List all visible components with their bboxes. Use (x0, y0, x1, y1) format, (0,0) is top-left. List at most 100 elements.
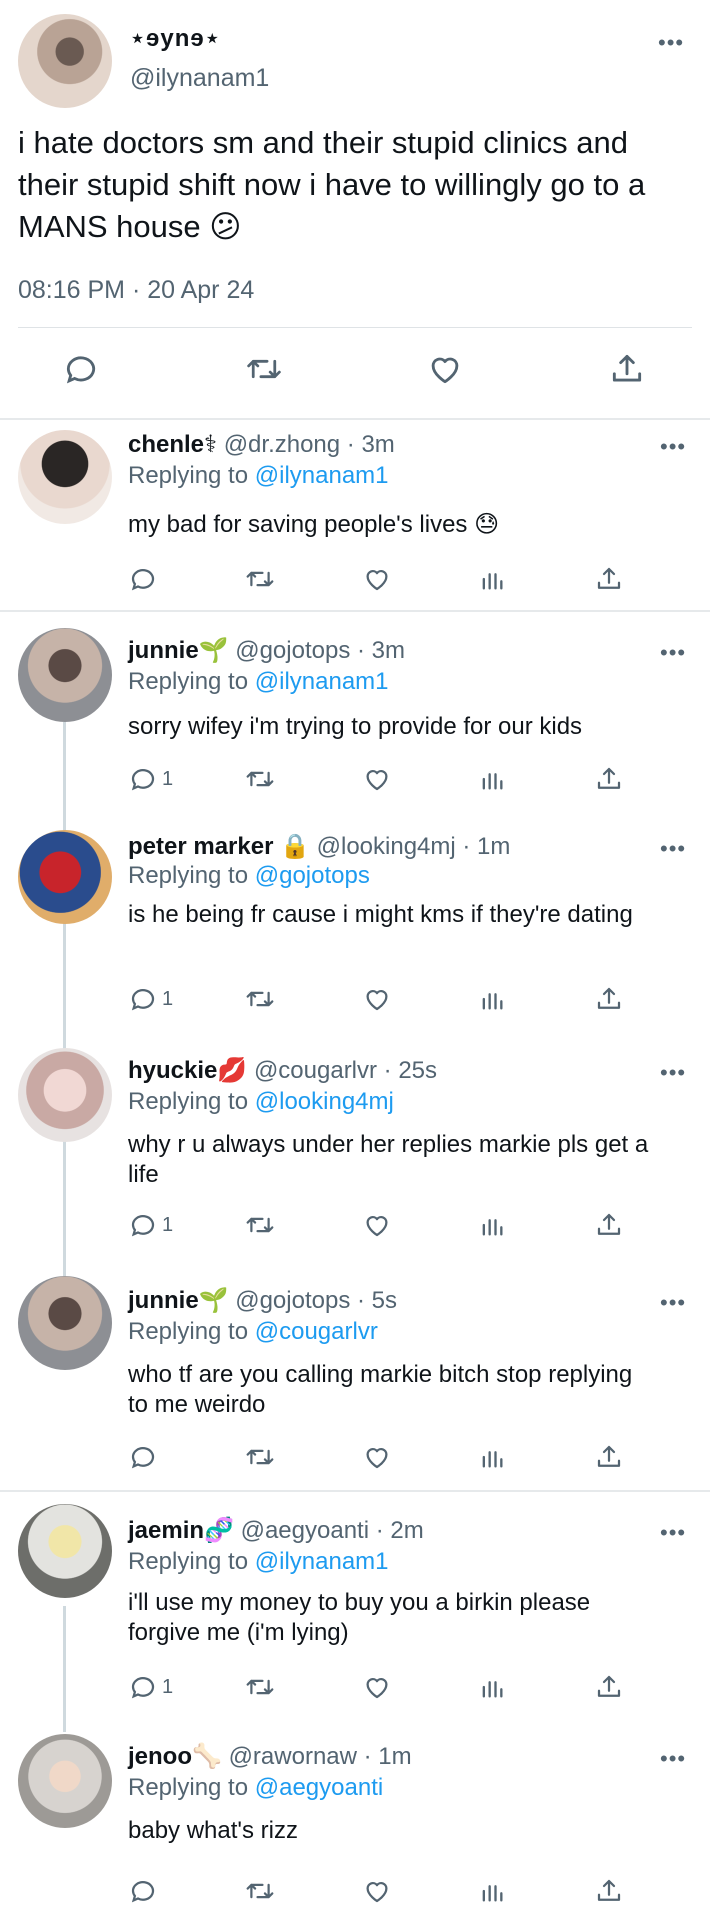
retweet-button[interactable] (244, 1442, 276, 1472)
display-name[interactable]: peter marker 🔒 (128, 833, 310, 860)
handle-and-time[interactable]: @rawornaw · 1m (229, 1743, 412, 1770)
handle-and-time[interactable]: @dr.zhong · 3m (224, 431, 395, 458)
like-button[interactable] (426, 350, 464, 388)
handle-and-time[interactable]: @gojotops · 3m (235, 637, 405, 664)
retweet-button[interactable] (244, 984, 276, 1014)
avatar[interactable] (18, 830, 112, 924)
reply-header: jaemin🧬 @aegyoanti · 2m (128, 1516, 424, 1545)
main-tweet: ⋆ɘynɘ⋆ @ilynanam1 ••• i hate doctors sm … (0, 0, 710, 418)
handle-and-time[interactable]: @looking4mj · 1m (317, 833, 511, 860)
share-button[interactable] (594, 984, 624, 1014)
reply-tweet[interactable]: chenle⚕ @dr.zhong · 3m ••• Replying to @… (0, 420, 710, 610)
like-button[interactable] (362, 984, 392, 1014)
analytics-button[interactable] (478, 764, 506, 794)
retweet-button[interactable] (244, 1210, 276, 1240)
replying-label: Replying to (128, 462, 249, 489)
share-button[interactable] (594, 1672, 624, 1702)
share-button[interactable] (594, 1210, 624, 1240)
like-button[interactable] (362, 1210, 392, 1240)
reply-tweet[interactable]: peter marker 🔒 @looking4mj · 1m ••• Repl… (0, 816, 710, 1038)
reply-tweet[interactable]: hyuckie💋 @cougarlvr · 25s ••• Replying t… (0, 1038, 710, 1266)
handle[interactable]: @ilynanam1 (130, 64, 269, 93)
display-name[interactable]: jenoo🦴 (128, 1743, 222, 1770)
share-button[interactable] (608, 350, 646, 388)
display-name[interactable]: hyuckie💋 (128, 1057, 247, 1084)
analytics-button[interactable] (478, 1876, 506, 1906)
tweet-timestamp[interactable]: 08:16 PM · 20 Apr 24 (18, 276, 254, 305)
replying-to-link[interactable]: @ilynanam1 (255, 1548, 389, 1575)
avatar[interactable] (18, 1276, 112, 1370)
retweet-button[interactable] (244, 764, 276, 794)
reply-tweet[interactable]: junnie🌱 @gojotops · 5s ••• Replying to @… (0, 1266, 710, 1490)
like-button[interactable] (362, 1876, 392, 1906)
display-name[interactable]: ⋆ɘynɘ⋆ (130, 24, 221, 53)
reply-button[interactable] (128, 1876, 162, 1906)
more-options-icon[interactable]: ••• (660, 436, 686, 458)
more-options-icon[interactable]: ••• (658, 32, 684, 54)
avatar[interactable] (18, 1734, 112, 1828)
display-name[interactable]: junnie🌱 (128, 1287, 229, 1314)
retweet-button[interactable] (244, 1672, 276, 1702)
like-button[interactable] (362, 1442, 392, 1472)
display-name[interactable]: chenle⚕ (128, 431, 217, 458)
reply-icon (128, 1672, 158, 1702)
reply-actions (0, 1442, 710, 1474)
avatar[interactable] (18, 1504, 112, 1598)
share-icon (594, 984, 624, 1014)
share-button[interactable] (594, 564, 624, 594)
analytics-button[interactable] (478, 1672, 506, 1702)
analytics-button[interactable] (478, 564, 506, 594)
like-button[interactable] (362, 1672, 392, 1702)
share-icon (594, 764, 624, 794)
display-name[interactable]: jaemin🧬 (128, 1517, 234, 1544)
handle-and-time[interactable]: @aegyoanti · 2m (241, 1517, 424, 1544)
replying-to-link[interactable]: @gojotops (255, 862, 370, 889)
avatar[interactable] (18, 1048, 112, 1142)
avatar[interactable] (18, 14, 112, 108)
reply-tweet[interactable]: jenoo🦴 @rawornaw · 1m ••• Replying to @a… (0, 1718, 710, 1920)
analytics-icon (478, 984, 506, 1014)
reply-text: i'll use my money to buy you a birkin pl… (128, 1589, 591, 1646)
reply-button[interactable]: 1 (128, 1672, 173, 1702)
reply-actions (0, 564, 710, 596)
replying-to-link[interactable]: @ilynanam1 (255, 462, 389, 489)
avatar[interactable] (18, 430, 112, 524)
reply-button[interactable]: 1 (128, 1210, 173, 1240)
retweet-button[interactable] (244, 564, 276, 594)
display-name[interactable]: junnie🌱 (128, 637, 229, 664)
replying-to-link[interactable]: @aegyoanti (255, 1774, 383, 1801)
retweet-button[interactable] (244, 1876, 276, 1906)
share-button[interactable] (594, 764, 624, 794)
tweet-actions (0, 350, 710, 394)
more-options-icon[interactable]: ••• (660, 838, 686, 860)
replying-to-link[interactable]: @looking4mj (255, 1088, 394, 1115)
more-options-icon[interactable]: ••• (660, 1062, 686, 1084)
analytics-button[interactable] (478, 1442, 506, 1472)
more-options-icon[interactable]: ••• (660, 1522, 686, 1544)
analytics-icon (478, 1210, 506, 1240)
more-options-icon[interactable]: ••• (660, 1292, 686, 1314)
reply-button[interactable] (128, 1442, 162, 1472)
handle-and-time[interactable]: @cougarlvr · 25s (254, 1057, 437, 1084)
share-button[interactable] (594, 1876, 624, 1906)
reply-tweet[interactable]: junnie🌱 @gojotops · 3m ••• Replying to @… (0, 612, 710, 816)
replying-to-link[interactable]: @cougarlvr (255, 1318, 378, 1345)
avatar[interactable] (18, 628, 112, 722)
like-button[interactable] (362, 564, 392, 594)
like-icon (362, 1210, 392, 1240)
reply-tweet[interactable]: jaemin🧬 @aegyoanti · 2m ••• Replying to … (0, 1492, 710, 1718)
more-options-icon[interactable]: ••• (660, 642, 686, 664)
like-button[interactable] (362, 764, 392, 794)
reply-button[interactable] (128, 564, 162, 594)
retweet-button[interactable] (244, 350, 284, 388)
reply-button[interactable] (62, 350, 100, 388)
share-icon (594, 1876, 624, 1906)
reply-button[interactable]: 1 (128, 984, 173, 1014)
analytics-button[interactable] (478, 1210, 506, 1240)
more-options-icon[interactable]: ••• (660, 1748, 686, 1770)
analytics-button[interactable] (478, 984, 506, 1014)
replying-to-link[interactable]: @ilynanam1 (255, 668, 389, 695)
handle-and-time[interactable]: @gojotops · 5s (235, 1287, 397, 1314)
share-button[interactable] (594, 1442, 624, 1472)
reply-button[interactable]: 1 (128, 764, 173, 794)
